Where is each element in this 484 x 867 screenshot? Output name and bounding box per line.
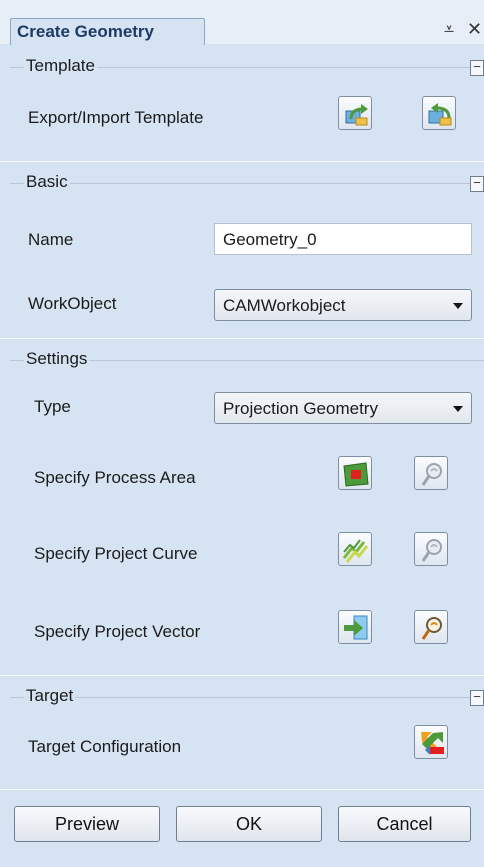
project-curve-icon: [342, 539, 369, 563]
target-footer-divider: [0, 789, 484, 790]
template-basic-divider: [0, 161, 484, 162]
ok-button[interactable]: OK: [176, 806, 322, 842]
name-label: Name: [28, 230, 74, 249]
basic-section-rule: [10, 183, 484, 184]
workobject-label: WorkObject: [28, 294, 117, 313]
target-section-title: Target: [24, 686, 76, 706]
target-configuration-icon: [421, 732, 444, 755]
type-label: Type: [34, 397, 71, 416]
project-curve-label: Specify Project Curve: [34, 544, 198, 563]
panel-tab[interactable]: Create Geometry: [10, 18, 205, 45]
name-input[interactable]: Geometry_0: [214, 223, 472, 255]
create-geometry-panel: Create Geometry ⩡ ✕ Template − Export/Im…: [0, 0, 484, 867]
project-curve-button[interactable]: [338, 532, 372, 566]
import-template-button[interactable]: [422, 96, 456, 130]
pin-dropdown-icon[interactable]: ⩡: [444, 20, 454, 38]
panel-title: Create Geometry: [17, 22, 155, 41]
process-area-inspect-button[interactable]: [414, 456, 448, 490]
preview-button[interactable]: Preview: [14, 806, 160, 842]
project-vector-button[interactable]: [338, 610, 372, 644]
process-area-label: Specify Process Area: [34, 468, 196, 487]
type-select[interactable]: Projection Geometry: [214, 392, 472, 424]
template-section-title: Template: [24, 56, 97, 76]
type-select-value: Projection Geometry: [223, 399, 378, 418]
export-import-template-label: Export/Import Template: [28, 108, 204, 127]
target-collapse-button[interactable]: −: [470, 690, 484, 706]
chevron-down-icon: [453, 303, 463, 309]
chevron-down-icon: [453, 406, 463, 412]
cancel-button[interactable]: Cancel: [338, 806, 471, 842]
project-vector-label: Specify Project Vector: [34, 622, 201, 641]
project-vector-inspect-button[interactable]: [414, 610, 448, 644]
import-template-icon: [428, 103, 452, 126]
basic-collapse-button[interactable]: −: [470, 176, 484, 192]
workobject-select-value: CAMWorkobject: [223, 296, 346, 315]
project-vector-icon: [344, 615, 368, 640]
target-configuration-label: Target Configuration: [28, 737, 182, 756]
export-template-icon: [345, 104, 368, 126]
settings-section-title: Settings: [24, 349, 90, 369]
panel-titlebar: Create Geometry ⩡ ✕: [0, 0, 484, 45]
settings-target-divider: [0, 675, 484, 676]
workobject-select[interactable]: CAMWorkobject: [214, 289, 472, 321]
target-section-rule: [10, 697, 484, 698]
magnifier-icon: [421, 539, 442, 562]
basic-settings-divider: [0, 338, 484, 339]
target-configuration-button[interactable]: [414, 725, 448, 759]
basic-section-title: Basic: [24, 172, 70, 192]
process-area-button[interactable]: [338, 456, 372, 490]
process-area-icon: [343, 462, 369, 487]
project-curve-inspect-button[interactable]: [414, 532, 448, 566]
magnifier-icon: [421, 463, 442, 486]
magnifier-icon: [421, 617, 442, 640]
close-icon[interactable]: ✕: [467, 20, 482, 38]
template-collapse-button[interactable]: −: [470, 60, 484, 76]
export-template-button[interactable]: [338, 96, 372, 130]
